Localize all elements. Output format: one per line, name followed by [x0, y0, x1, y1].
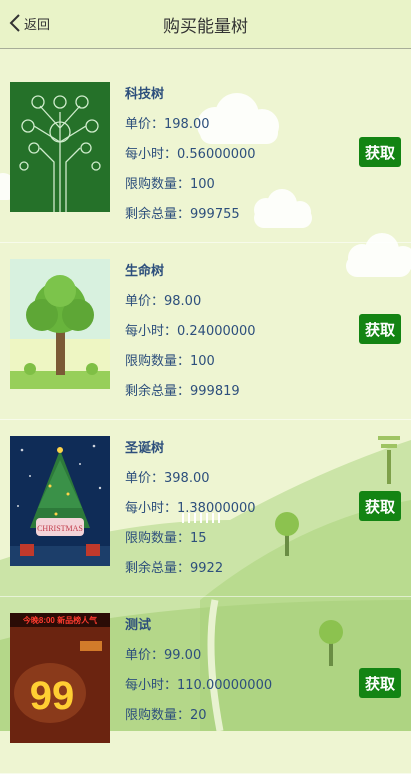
tree-purchase-limit: 限购数量：100: [125, 177, 215, 192]
list-item: CHRISTMAS 圣诞树 单价：398.00 每小时：1.38000000 限…: [0, 420, 411, 597]
tree-price: 单价：198.00: [125, 117, 210, 132]
tree-list: 科技树 单价：198.00 每小时：0.56000000 限购数量：100 剩余…: [0, 66, 411, 774]
page-title: 购买能量树: [163, 17, 248, 37]
tree-image: CHRISTMAS: [10, 436, 110, 566]
christmas-image-text: CHRISTMAS: [37, 524, 83, 533]
tree-image: [10, 259, 110, 389]
tree-purchase-limit: 限购数量：20: [125, 708, 207, 723]
tree-remaining-total: 剩余总量：999819: [125, 384, 240, 399]
tree-price: 单价：98.00: [125, 294, 202, 309]
tree-hourly-yield: 每小时：0.56000000: [125, 147, 256, 162]
tree-price: 单价：99.00: [125, 648, 202, 663]
tree-image: [10, 82, 110, 212]
tree-name: 圣诞树: [125, 441, 165, 456]
promo-image-text: 今晚8:00 新品榜人气: [22, 615, 97, 625]
tree-image: 今晚8:00 新品榜人气 99: [10, 613, 110, 743]
tree-purchase-limit: 限购数量：100: [125, 354, 215, 369]
tree-hourly-yield: 每小时：1.38000000: [125, 501, 256, 516]
promo-image-number: 99: [30, 674, 75, 718]
list-item: 今晚8:00 新品榜人气 99 测试 单价：99.00 每小时：110.0000…: [0, 597, 411, 774]
tree-hourly-yield: 每小时：0.24000000: [125, 324, 256, 339]
tree-purchase-limit: 限购数量：15: [125, 531, 207, 546]
tree-remaining-total: 剩余总量：999755: [125, 207, 240, 222]
tree-name: 科技树: [125, 87, 165, 102]
tree-name: 生命树: [125, 264, 165, 279]
tree-hourly-yield: 每小时：110.00000000: [125, 678, 273, 693]
list-item: 生命树 单价：98.00 每小时：0.24000000 限购数量：100 剩余总…: [0, 243, 411, 420]
get-button[interactable]: 获取: [359, 314, 401, 344]
header-bar: 返回 购买能量树: [0, 0, 411, 49]
get-button[interactable]: 获取: [359, 137, 401, 167]
get-button[interactable]: 获取: [359, 491, 401, 521]
tree-remaining-total: 剩余总量：9922: [125, 561, 224, 576]
tree-name: 测试: [125, 618, 152, 633]
tree-price: 单价：398.00: [125, 471, 210, 486]
list-item: 科技树 单价：198.00 每小时：0.56000000 限购数量：100 剩余…: [0, 66, 411, 243]
get-button[interactable]: 获取: [359, 668, 401, 698]
